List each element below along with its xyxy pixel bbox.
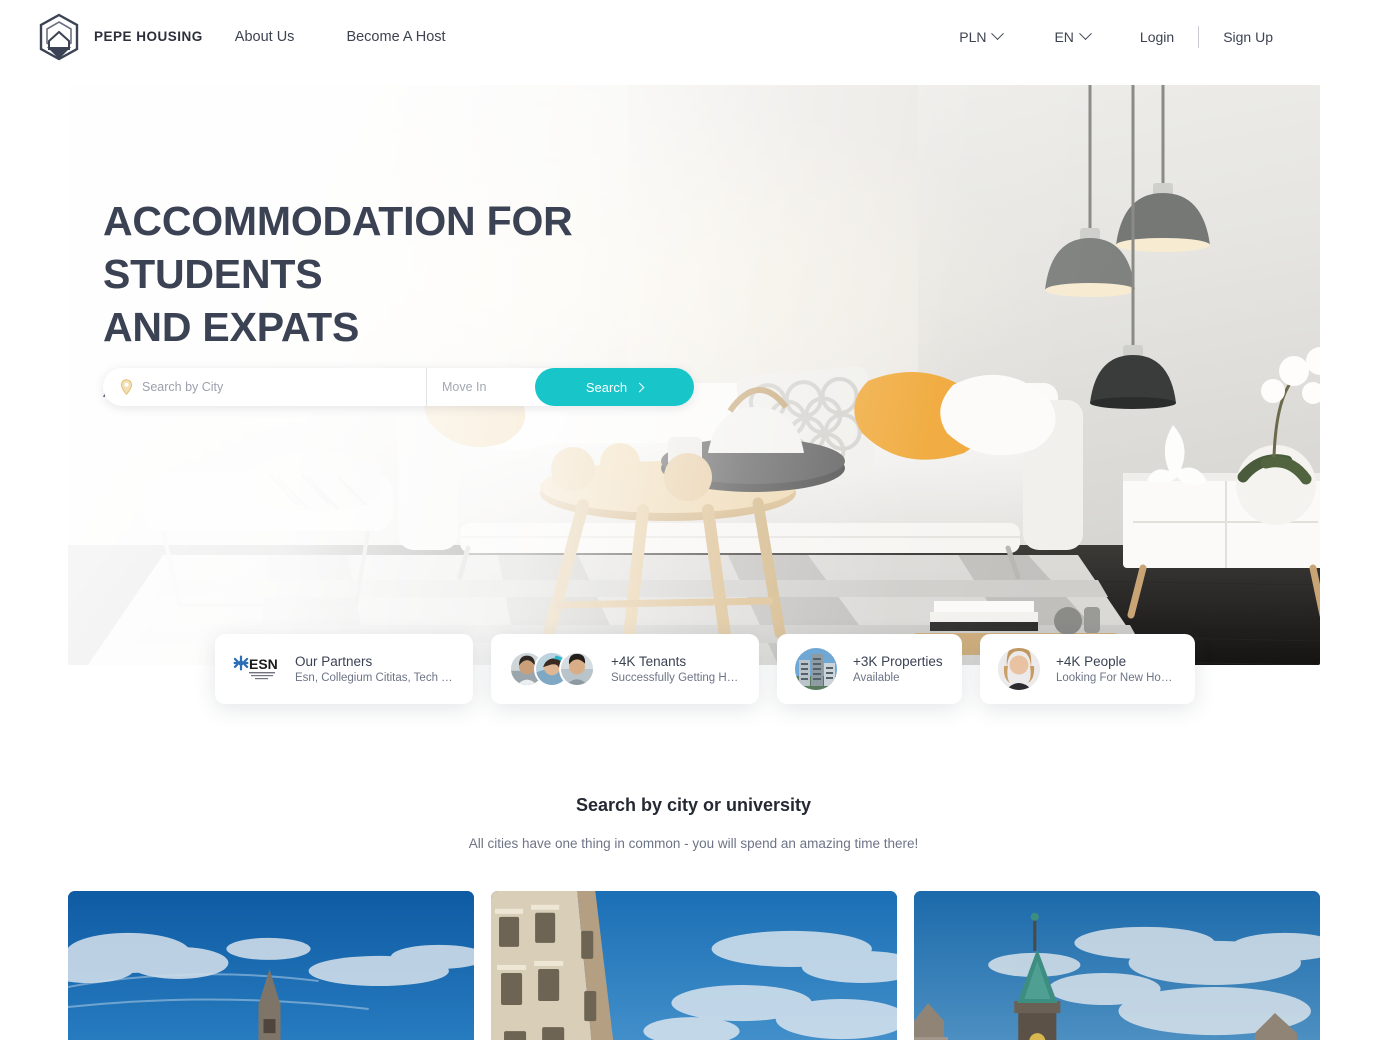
language-value: EN — [1054, 28, 1074, 45]
avatar — [559, 651, 595, 687]
search-movein-field-wrap[interactable] — [427, 368, 535, 406]
stat-card-partners-text: Our Partners Esn, Collegium Cititas, Tec… — [295, 654, 453, 684]
person-avatar-photo-icon — [998, 648, 1040, 690]
cities-section-subtitle: All cities have one thing in common - yo… — [468, 836, 919, 851]
hero-section: ACCOMMODATION FOR STUDENTS AND EXPATS AP… — [68, 85, 1320, 704]
chevron-down-icon — [1079, 27, 1092, 41]
login-link[interactable]: Login — [1116, 29, 1198, 45]
stat-card-tenants[interactable]: +4K Tenants Successfully Getting Home — [491, 634, 759, 704]
hero-search-bar: Search — [103, 368, 694, 406]
stat-title: +4K People — [1056, 654, 1127, 669]
currency-value: PLN — [959, 28, 987, 45]
language-selector[interactable]: EN — [1028, 27, 1115, 45]
nav-item-become-a-host[interactable]: Become A Host — [346, 29, 445, 45]
site-header: PEPE HOUSING About Us Become A Host PLN … — [0, 0, 1387, 73]
city-card[interactable] — [491, 891, 897, 1040]
nav-item-about-us[interactable]: About Us — [235, 29, 295, 45]
search-submit-button[interactable]: Search — [535, 368, 694, 406]
stat-card-people-text: +4K People Looking For New Home — [1056, 654, 1175, 684]
hero-stats-row: ESN Our Partners Esn, Collegium Cititas,… — [215, 634, 1195, 704]
stat-card-properties[interactable]: +3K Properties Available — [777, 634, 962, 704]
search-button-label: Search — [585, 379, 628, 395]
stat-card-tenants-text: +4K Tenants Successfully Getting Home — [611, 654, 739, 684]
signup-link[interactable]: Sign Up — [1199, 29, 1297, 45]
city-card[interactable] — [914, 891, 1320, 1040]
stat-title: +4K Tenants — [611, 654, 687, 669]
currency-selector[interactable]: PLN — [933, 27, 1028, 45]
stat-subtitle: Esn, Collegium Cititas, Tech hub,.. — [295, 672, 453, 684]
apartment-building-photo-icon — [795, 648, 837, 690]
hexagon-house-logo-icon — [37, 13, 81, 61]
stat-subtitle: Available — [853, 672, 900, 684]
cities-grid — [68, 891, 1320, 1040]
svg-text:ESN: ESN — [249, 656, 278, 672]
stat-card-partners[interactable]: ESN Our Partners Esn, Collegium Cititas,… — [215, 634, 473, 704]
brand-logo-link[interactable]: PEPE HOUSING — [37, 13, 203, 61]
cities-section: Search by city or university All cities … — [0, 795, 1387, 1040]
tenant-avatars-group-icon — [509, 651, 595, 687]
search-city-input[interactable] — [142, 380, 426, 394]
stat-card-properties-text: +3K Properties Available — [853, 654, 943, 684]
main-nav: About Us Become A Host — [235, 29, 446, 45]
header-actions: PLN EN Login Sign Up — [933, 25, 1297, 48]
stat-card-people[interactable]: +4K People Looking For New Home — [980, 634, 1195, 704]
city-card[interactable] — [68, 891, 474, 1040]
cities-section-title: Search by city or university — [575, 795, 812, 815]
brand-name: PEPE HOUSING — [94, 29, 203, 44]
stat-subtitle: Successfully Getting Home — [611, 672, 739, 684]
stat-title: +3K Properties — [853, 654, 943, 669]
search-movein-input[interactable] — [442, 380, 535, 394]
search-city-field-wrap[interactable] — [103, 368, 427, 406]
chevron-right-icon — [634, 382, 645, 392]
chevron-down-icon — [991, 27, 1005, 41]
stat-subtitle: Looking For New Home — [1056, 672, 1175, 684]
stat-title: Our Partners — [295, 654, 373, 669]
location-pin-icon — [120, 379, 133, 395]
esn-partner-logo-icon: ESN — [233, 652, 279, 687]
hero-title: ACCOMMODATION FOR STUDENTS AND EXPATS — [103, 198, 573, 350]
